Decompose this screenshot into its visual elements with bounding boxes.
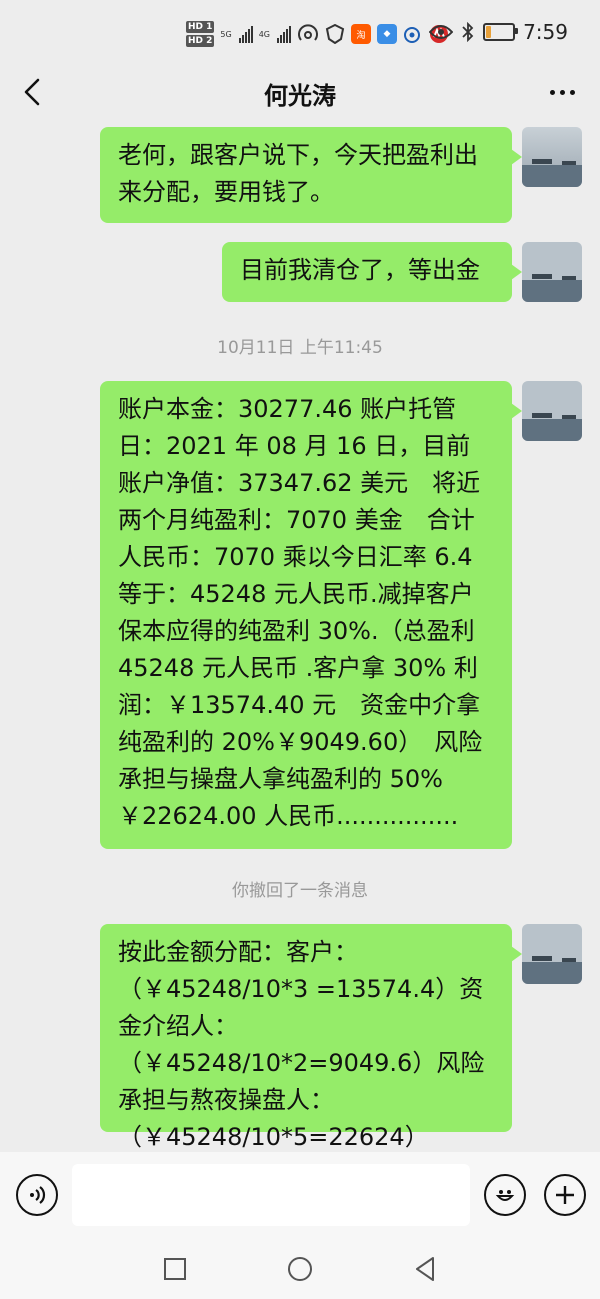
emoji-button[interactable] [484, 1174, 526, 1216]
vpn-shield-icon [325, 24, 345, 44]
plus-button[interactable] [544, 1174, 586, 1216]
home-icon[interactable] [287, 1256, 313, 1282]
message-bubble[interactable]: 目前我清仓了，等出金 [222, 242, 522, 302]
message-timestamp: 10月11日 上午11:45 [217, 338, 383, 358]
more-dot-icon [569, 89, 575, 95]
message-text: 账户本金：30277.46 账户托管日：2021 年 08 月 16 日，目前账… [118, 395, 483, 830]
eye-icon [429, 25, 454, 39]
taobao-icon: 淘 [351, 24, 371, 44]
more-dot-icon [559, 89, 565, 95]
sim-tags: HD 1 HD 2 [186, 21, 215, 47]
avatar[interactable] [522, 924, 582, 984]
back-nav-icon[interactable] [413, 1256, 437, 1282]
message-text: 目前我清仓了，等出金 [240, 256, 480, 284]
chat-header: 何光涛 [0, 64, 600, 120]
system-nav-bar [0, 1238, 600, 1299]
message-bubble[interactable]: 按此金额分配：客户：（￥45248/10*3 =13574.4）资金介绍人：（￥… [100, 924, 522, 1151]
voice-icon [30, 1186, 46, 1204]
status-bar: HD 1 HD 2 5G 4G 淘 ◆ 7:59 [0, 0, 600, 64]
avatar[interactable] [522, 381, 582, 441]
message-text: 老何，跟客户说下，今天把盈利出来分配，要用钱了。 [118, 141, 478, 206]
avatar[interactable] [522, 242, 582, 302]
bluetooth-icon [462, 22, 474, 42]
chat-title: 何光涛 [264, 82, 336, 110]
wifi-hotspot-icon [298, 24, 318, 41]
battery-level [486, 26, 492, 38]
plus-icon [556, 1186, 574, 1204]
sim2-tag: HD 2 [186, 35, 215, 47]
signal-1-icon [238, 25, 253, 43]
network-4g-label: 4G [258, 29, 270, 39]
status-time: 7:59 [523, 20, 568, 44]
network-5g-label: 5G [220, 29, 232, 39]
avatar-image [522, 242, 582, 302]
blue-app-icon: ◆ [377, 24, 397, 44]
battery-icon [483, 23, 519, 41]
emoji-icon [495, 1190, 515, 1201]
signal-2-icon [277, 25, 291, 43]
avatar-image [522, 381, 582, 441]
voice-button[interactable] [16, 1174, 58, 1216]
recall-notice: 你撤回了一条消息 [232, 881, 368, 901]
more-dot-icon [549, 89, 555, 95]
weibo-icon [404, 27, 420, 43]
message-bubble[interactable]: 老何，跟客户说下，今天把盈利出来分配，要用钱了。 [100, 127, 522, 223]
avatar-image [522, 127, 582, 187]
sim1-tag: HD 1 [186, 21, 215, 33]
input-bar [0, 1152, 600, 1238]
status-icons-right: 7:59 [429, 20, 568, 44]
status-icons-left: HD 1 HD 2 5G 4G 淘 ◆ [186, 16, 449, 52]
avatar-image [522, 924, 582, 984]
message-input[interactable] [72, 1164, 470, 1226]
message-bubble[interactable]: 账户本金：30277.46 账户托管日：2021 年 08 月 16 日，目前账… [100, 381, 522, 849]
recents-icon[interactable] [163, 1257, 187, 1281]
avatar[interactable] [522, 127, 582, 187]
more-options-button[interactable] [542, 74, 582, 110]
message-text: 按此金额分配：客户：（￥45248/10*3 =13574.4）资金介绍人：（￥… [118, 938, 485, 1151]
